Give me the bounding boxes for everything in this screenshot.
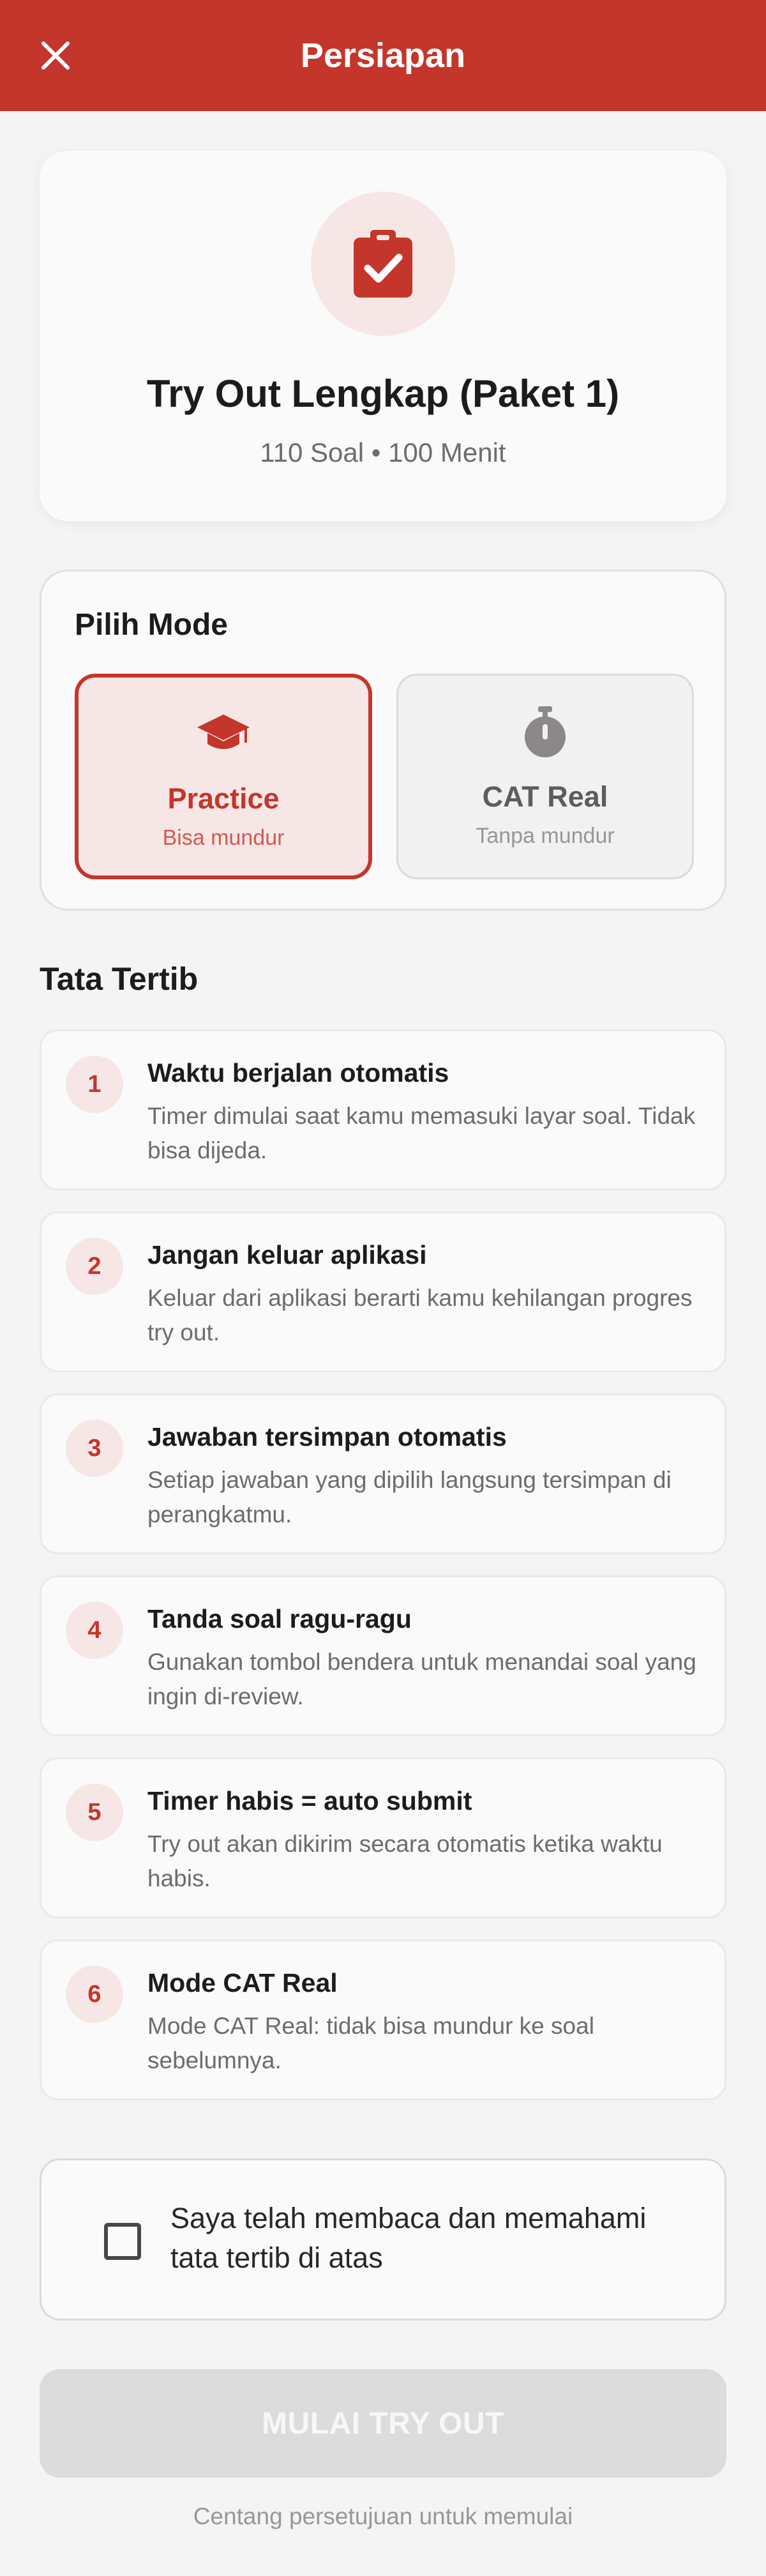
rule-number: 6 <box>66 1966 123 2023</box>
mode-option-cat-real[interactable]: CAT Real Tanpa mundur <box>396 674 694 879</box>
rule-title: Tanda soal ragu-ragu <box>147 1604 412 1633</box>
rule-item: 4 Tanda soal ragu-ragu Gunakan tombol be… <box>40 1575 726 1736</box>
mode-option-practice[interactable]: Practice Bisa mundur <box>75 674 372 879</box>
rule-number: 4 <box>66 1602 123 1659</box>
rule-description: Setiap jawaban yang dipilih langsung ter… <box>147 1467 672 1527</box>
agreement-text: Saya telah membaca dan memahami tata ter… <box>170 2202 647 2274</box>
graduation-cap-icon <box>197 715 250 749</box>
rule-item: 5 Timer habis = auto submit Try out akan… <box>40 1757 726 1918</box>
clipboard-check-icon <box>354 230 412 298</box>
rule-description: Try out akan dikirim secara otomatis ket… <box>147 1831 663 1891</box>
start-hint: Centang persetujuan untuk memulai <box>193 2503 573 2529</box>
rule-title: Mode CAT Real <box>147 1968 338 1997</box>
rule-title: Waktu berjalan otomatis <box>147 1058 449 1087</box>
rule-title: Jawaban tersimpan otomatis <box>147 1422 507 1451</box>
rule-description: Gunakan tombol bendera untuk menandai so… <box>147 1649 696 1709</box>
mode-heading: Pilih Mode <box>75 608 228 642</box>
agreement-card[interactable]: Saya telah membaca dan memahami tata ter… <box>40 2158 726 2321</box>
mode-label-practice: Practice <box>167 782 280 815</box>
agreement-checkbox[interactable] <box>104 2223 141 2260</box>
rule-item: 6 Mode CAT Real Mode CAT Real: tidak bis… <box>40 1939 726 2100</box>
exam-title: Try Out Lengkap (Paket 1) <box>146 372 620 415</box>
mode-desc-cat-real: Tanpa mundur <box>476 824 615 848</box>
close-button[interactable] <box>37 37 74 74</box>
mode-label-cat-real: CAT Real <box>482 780 608 813</box>
rule-number: 2 <box>66 1238 123 1295</box>
mode-desc-practice: Bisa mundur <box>162 826 285 850</box>
start-tryout-button[interactable]: MULAI TRY OUT <box>40 2369 726 2478</box>
exam-summary-card: Try Out Lengkap (Paket 1) 110 Soal • 100… <box>40 151 726 521</box>
mode-selection-card: Pilih Mode Practice Bisa mundur CAT Real… <box>40 570 726 911</box>
rule-item: 2 Jangan keluar aplikasi Keluar dari apl… <box>40 1211 726 1372</box>
close-icon <box>41 42 70 70</box>
rule-number: 5 <box>66 1784 123 1841</box>
rules-heading: Tata Tertib <box>40 961 199 997</box>
app-bar: Persiapan <box>0 0 766 111</box>
rule-description: Timer dimulai saat kamu memasuki layar s… <box>147 1103 696 1163</box>
rule-item: 3 Jawaban tersimpan otomatis Setiap jawa… <box>40 1393 726 1554</box>
stopwatch-icon <box>525 706 566 757</box>
rule-description: Keluar dari aplikasi berarti kamu kehila… <box>147 1285 693 1345</box>
rule-title: Timer habis = auto submit <box>147 1786 472 1815</box>
exam-meta: 110 Soal • 100 Menit <box>260 437 506 467</box>
rule-number: 3 <box>66 1420 123 1477</box>
rule-number: 1 <box>66 1056 123 1113</box>
exam-badge <box>311 192 455 336</box>
rule-item: 1 Waktu berjalan otomatis Timer dimulai … <box>40 1029 726 1190</box>
rule-description: Mode CAT Real: tidak bisa mundur ke soal… <box>147 2013 594 2073</box>
rule-title: Jangan keluar aplikasi <box>147 1240 427 1269</box>
page-title: Persiapan <box>300 36 466 75</box>
